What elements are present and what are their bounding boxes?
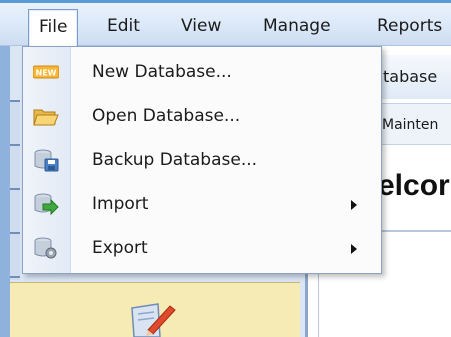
new-badge-icon: NEW bbox=[33, 65, 59, 79]
database-save-icon bbox=[34, 149, 59, 172]
file-menu-dropdown: NEW New Database... Open Database... Bac… bbox=[22, 46, 382, 274]
menu-reports[interactable]: Reports bbox=[367, 9, 451, 43]
menu-item-label: Open Database... bbox=[92, 106, 241, 126]
menu-item-new-database[interactable]: NEW New Database... bbox=[23, 51, 381, 94]
menu-item-label: New Database... bbox=[92, 62, 232, 82]
database-export-icon bbox=[34, 237, 57, 259]
welcome-heading: elcor bbox=[378, 169, 450, 202]
svg-text:NEW: NEW bbox=[36, 69, 57, 78]
folder-open-icon bbox=[33, 109, 59, 126]
menu-view[interactable]: View bbox=[171, 9, 231, 43]
menu-file[interactable]: File bbox=[28, 9, 79, 49]
menu-manage[interactable]: Manage bbox=[253, 9, 341, 43]
submenu-arrow-icon bbox=[351, 200, 357, 210]
menu-item-label: Export bbox=[92, 238, 148, 258]
edit-document-icon bbox=[131, 303, 176, 337]
menu-edit[interactable]: Edit bbox=[97, 9, 150, 43]
database-import-icon bbox=[34, 193, 59, 216]
menu-item-open-database[interactable]: Open Database... bbox=[23, 95, 381, 138]
tab-maintenance[interactable]: Mainten bbox=[380, 103, 451, 145]
menu-item-backup-database[interactable]: Backup Database... bbox=[23, 139, 381, 182]
menu-item-export[interactable]: Export bbox=[23, 227, 381, 270]
panel-side-strips bbox=[10, 100, 20, 280]
menu-item-import[interactable]: Import bbox=[23, 183, 381, 226]
tab-database[interactable]: tabase bbox=[380, 55, 451, 99]
window-left-edge bbox=[0, 46, 10, 337]
menu-item-label: Import bbox=[92, 194, 149, 214]
submenu-arrow-icon bbox=[351, 244, 357, 254]
menu-item-label: Backup Database... bbox=[92, 150, 258, 170]
menu-bar: File Edit View Manage Reports bbox=[0, 0, 451, 49]
